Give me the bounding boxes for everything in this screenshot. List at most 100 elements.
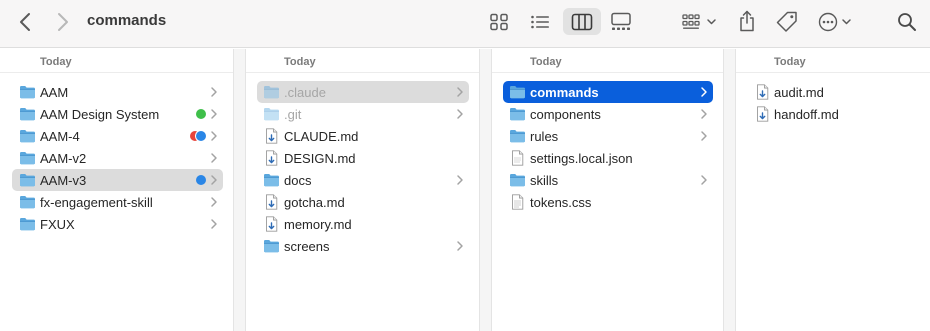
chevron-right-icon — [210, 174, 218, 186]
folder-icon — [19, 216, 36, 232]
item-name: AAM-v3 — [40, 173, 87, 188]
folder-row-aam-v3[interactable]: AAM-v3 — [0, 169, 233, 191]
folder-icon — [263, 238, 280, 254]
file-row-claude-md[interactable]: CLAUDE.md — [246, 125, 479, 147]
search-button[interactable] — [895, 10, 919, 34]
folder-icon — [19, 106, 36, 122]
view-as-icons-button[interactable] — [486, 10, 512, 34]
column-resize-handle[interactable] — [723, 49, 736, 331]
column-header: Today — [246, 49, 479, 73]
folder-row-rules[interactable]: rules — [492, 125, 723, 147]
folder-row-aam-4[interactable]: AAM-4 — [0, 125, 233, 147]
column-resize-handle[interactable] — [233, 49, 246, 331]
folder-icon — [263, 84, 280, 100]
markdown-file-icon — [754, 106, 771, 122]
folder-row-aam[interactable]: AAM — [0, 81, 233, 103]
folder-row-skills[interactable]: skills — [492, 169, 723, 191]
folder-icon — [509, 106, 526, 122]
back-button[interactable] — [14, 10, 38, 34]
item-name: AAM — [40, 85, 69, 100]
tag-dot-icon — [196, 175, 206, 185]
chevron-right-icon — [210, 196, 218, 208]
folder-row-aam-v2[interactable]: AAM-v2 — [0, 147, 233, 169]
folder-row-fx-engagement-skill[interactable]: fx-engagement-skill — [0, 191, 233, 213]
folder-row-claude[interactable]: .claude — [246, 81, 479, 103]
item-name: rules — [530, 129, 559, 144]
more-actions-button[interactable] — [817, 10, 857, 34]
document-icon — [509, 150, 526, 166]
window-title: commands — [87, 12, 167, 29]
file-list: commands components rules settings.local.js… — [492, 81, 723, 213]
column-header-label: Today — [284, 56, 316, 68]
file-list: AAM AAM Design System AAM-4 AAM-v2 AAM-v3 fx-… — [0, 81, 233, 235]
tag-dots — [196, 109, 206, 119]
file-list: .claude .git CLAUDE.md DESIGN.md docs gotcha.… — [246, 81, 479, 257]
column-header: Today — [736, 49, 930, 73]
folder-icon — [509, 84, 526, 100]
folder-row-aam-design-system[interactable]: AAM Design System — [0, 103, 233, 125]
item-name: screens — [284, 239, 330, 254]
item-name: skills — [530, 173, 559, 188]
browser-column-4: Today audit.md handoff.md — [736, 49, 930, 331]
file-row-handoff-md[interactable]: handoff.md — [736, 103, 930, 125]
markdown-file-icon — [263, 216, 280, 232]
folder-row-git[interactable]: .git — [246, 103, 479, 125]
item-name: fx-engagement-skill — [40, 195, 153, 210]
chevron-right-icon — [456, 86, 464, 98]
share-icon — [740, 10, 754, 32]
column-resize-handle[interactable] — [479, 49, 492, 331]
share-button[interactable] — [736, 8, 758, 34]
folder-row-commands[interactable]: commands — [492, 81, 723, 103]
list-view-icon — [531, 15, 549, 29]
markdown-file-icon — [263, 128, 280, 144]
item-name: AAM Design System — [40, 107, 160, 122]
item-name: AAM-4 — [40, 129, 80, 144]
chevron-right-icon — [210, 152, 218, 164]
tag-button[interactable] — [775, 9, 799, 35]
file-row-tokens-css[interactable]: tokens.css — [492, 191, 723, 213]
item-name: components — [530, 107, 601, 122]
browser-column-2: Today .claude .git CLAUDE.md DESIGN.md docs g… — [246, 49, 479, 331]
column-header: Today — [492, 49, 723, 73]
item-name: AAM-v2 — [40, 151, 87, 166]
view-as-list-button[interactable] — [527, 10, 553, 34]
file-row-memory-md[interactable]: memory.md — [246, 213, 479, 235]
item-name: gotcha.md — [284, 195, 345, 210]
folder-row-docs[interactable]: docs — [246, 169, 479, 191]
group-icon — [682, 14, 716, 29]
item-name: .git — [284, 107, 302, 122]
chevron-right-icon — [700, 174, 708, 186]
folder-icon — [19, 128, 36, 144]
folder-row-screens[interactable]: screens — [246, 235, 479, 257]
folder-icon — [509, 172, 526, 188]
column-view-icon — [571, 13, 593, 30]
folder-row-components[interactable]: components — [492, 103, 723, 125]
folder-icon — [263, 106, 280, 122]
group-button[interactable] — [680, 10, 720, 34]
css-file-icon — [509, 194, 526, 210]
folder-icon — [509, 128, 526, 144]
column-header: Today — [0, 49, 233, 73]
item-name: audit.md — [774, 85, 824, 100]
gallery-view-icon — [611, 12, 631, 30]
file-row-design-md[interactable]: DESIGN.md — [246, 147, 479, 169]
tag-dots — [190, 131, 206, 141]
chevron-right-icon — [210, 108, 218, 120]
folder-row-fxux[interactable]: FXUX — [0, 213, 233, 235]
view-as-gallery-button[interactable] — [607, 10, 635, 34]
chevron-right-icon — [456, 174, 464, 186]
file-row-settings-local-json[interactable]: settings.local.json — [492, 147, 723, 169]
forward-button[interactable] — [50, 10, 74, 34]
view-as-columns-button[interactable] — [563, 8, 601, 35]
chevron-right-icon — [58, 13, 68, 31]
file-row-audit-md[interactable]: audit.md — [736, 81, 930, 103]
markdown-file-icon — [263, 150, 280, 166]
file-row-gotcha-md[interactable]: gotcha.md — [246, 191, 479, 213]
folder-icon — [19, 194, 36, 210]
tag-dot-icon — [196, 109, 206, 119]
browser-column-1: Today AAM AAM Design System AAM-4 AAM-v2 AAM… — [0, 49, 233, 331]
chevron-right-icon — [210, 86, 218, 98]
markdown-file-icon — [263, 194, 280, 210]
item-name: commands — [530, 85, 599, 100]
chevron-right-icon — [700, 130, 708, 142]
